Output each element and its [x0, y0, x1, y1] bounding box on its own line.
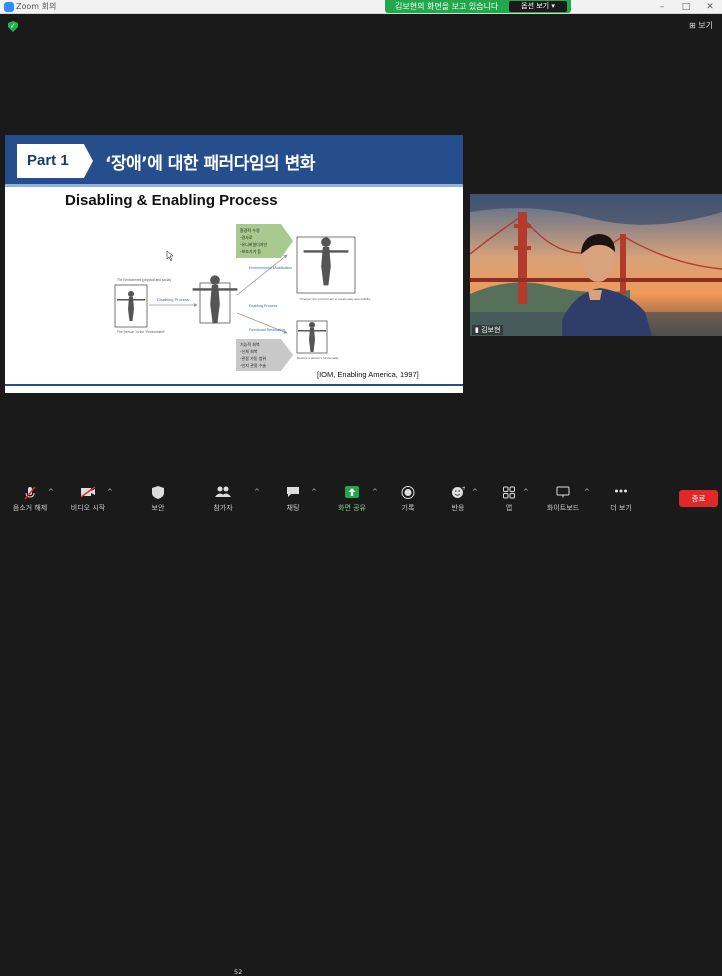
view-options-label: 옵션 보기 — [521, 2, 550, 10]
unmute-label: 음소거 해제 — [12, 504, 48, 512]
window-title: Zoom 회의 — [16, 2, 57, 11]
disabling-process-label: Disabling Process — [157, 297, 189, 302]
bridge-tower-right — [620, 234, 626, 294]
view-button-label: 보기 — [698, 21, 713, 30]
share-banner-text: 김보현의 화면을 보고 있습니다 — [395, 2, 499, 11]
env-mod-arrow — [236, 254, 288, 296]
security-button[interactable]: 보안 — [128, 480, 188, 515]
view-button[interactable]: ⊞ 보기 — [689, 20, 713, 31]
participant-name: 김보현 — [481, 326, 501, 334]
more-button[interactable]: 더 보기 — [591, 480, 651, 515]
person-caption: The "person" in the "Environment" — [117, 330, 165, 334]
share-options-caret[interactable]: ^ — [372, 488, 378, 496]
encryption-shield-icon[interactable]: ✓ — [8, 21, 18, 32]
slide-bottom-line — [5, 384, 463, 386]
chat-button[interactable]: 채팅 — [263, 480, 323, 515]
whiteboard-icon — [556, 486, 570, 498]
start-video-button[interactable]: 비디오 시작 — [58, 480, 118, 515]
unmute-button[interactable]: 음소거 해제 — [0, 480, 60, 515]
participants-options-caret[interactable]: ^ — [254, 488, 260, 496]
security-label: 보안 — [151, 504, 165, 512]
screen-share-banner: 김보현의 화면을 보고 있습니다 옵션 보기 ▾ — [385, 0, 571, 13]
apps-label: 앱 — [505, 504, 513, 512]
video-feed — [470, 194, 722, 336]
apps-options-caret[interactable]: ^ — [523, 488, 529, 496]
maximize-icon[interactable]: □ — [674, 0, 698, 14]
more-label: 더 보기 — [610, 504, 632, 512]
shared-slide: Part 1 ‘장애’에 대한 패러다임의 변화 Disabling & Ena… — [5, 135, 463, 393]
end-meeting-button[interactable]: 종료 — [679, 490, 718, 507]
close-icon[interactable]: ✕ — [698, 0, 722, 14]
enabling-process-label: Enabling Process — [249, 304, 277, 308]
apps-button[interactable]: 앱 — [479, 480, 539, 515]
mic-off-icon — [24, 486, 36, 500]
share-screen-label: 화면 공유 — [338, 504, 366, 512]
participant-name-tag: ▮ 김보현 — [472, 325, 504, 335]
participants-label: 참가자 — [213, 504, 233, 512]
right-top-caption: "Change" the environment to create easy … — [299, 297, 371, 301]
chat-label: 채팅 — [286, 504, 300, 512]
share-screen-icon — [345, 486, 359, 498]
apps-icon — [503, 486, 515, 499]
video-off-icon — [80, 486, 96, 498]
chat-options-caret[interactable]: ^ — [311, 488, 317, 496]
participants-button[interactable]: 참가자 — [193, 480, 253, 515]
signal-bars-icon: ▮ — [475, 326, 479, 334]
video-options-caret[interactable]: ^ — [107, 488, 113, 496]
share-screen-button[interactable]: 화면 공유 — [322, 480, 382, 515]
security-shield-icon — [152, 486, 164, 499]
title-bar: Zoom 회의 – □ ✕ — [0, 0, 722, 14]
environment-caption: The Environment (physical and social) — [117, 278, 171, 282]
meeting-toolbar: 음소거 해제 ^ 비디오 시작 ^ 보안 참가자 52 ^ 채팅 ^ 화면 공유… — [0, 480, 722, 976]
svg-text:+: + — [462, 486, 466, 492]
whiteboard-label: 화이트보드 — [546, 504, 580, 512]
start-video-label: 비디오 시작 — [70, 504, 106, 512]
audio-options-caret[interactable]: ^ — [48, 488, 54, 496]
minimize-icon[interactable]: – — [650, 0, 674, 14]
grid-icon: ⊞ — [689, 21, 696, 30]
mouse-cursor-icon — [166, 250, 174, 262]
chat-icon — [287, 487, 299, 497]
more-icon — [615, 489, 627, 493]
view-options-button[interactable]: 옵션 보기 ▾ — [509, 1, 567, 12]
reactions-options-caret[interactable]: ^ — [472, 488, 478, 496]
whiteboard-button[interactable]: 화이트보드 — [533, 480, 593, 515]
whiteboard-options-caret[interactable]: ^ — [584, 488, 590, 496]
record-icon — [401, 486, 415, 499]
participant-video[interactable]: ▮ 김보현 — [470, 194, 722, 336]
slide-citation: [IOM, Enabling America, 1997] — [317, 370, 419, 379]
reactions-icon: + — [452, 486, 466, 498]
env-modification-label: Environmental Modification — [249, 266, 292, 270]
participants-icon — [215, 486, 231, 497]
functional-restoration-label: Functional Restoration — [249, 328, 285, 332]
disabling-enabling-diagram: The Environment (physical and social) Th… — [114, 224, 371, 371]
participants-count: 52 — [234, 968, 243, 976]
zoom-app-icon — [4, 2, 14, 12]
right-bottom-caption: Restore a person's functionality — [297, 356, 339, 360]
